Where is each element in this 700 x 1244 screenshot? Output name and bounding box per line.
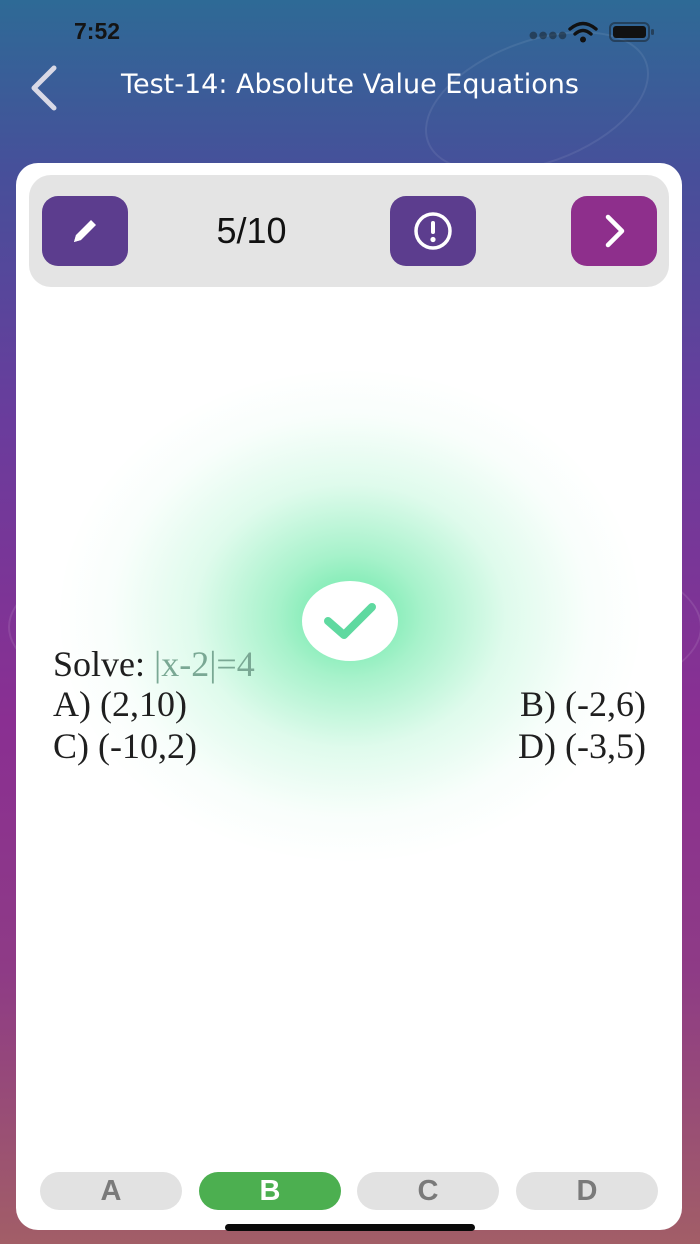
answer-d-button[interactable]: D — [516, 1172, 658, 1210]
question-equation: |x-2|=4 — [154, 644, 255, 684]
back-button[interactable] — [18, 60, 70, 116]
question-card: 5/10 Solve: |x-2|=4 A) (2,10) B) (-2,6) … — [16, 163, 682, 1230]
answer-a-button[interactable]: A — [40, 1172, 182, 1210]
question-prompt: Solve: |x-2|=4 — [53, 643, 255, 685]
question-counter: 5/10 — [216, 210, 287, 251]
checkmark-icon — [324, 603, 376, 639]
pencil-icon — [74, 220, 96, 242]
next-button[interactable] — [571, 196, 657, 266]
quiz-screen: 7:52 ●●●● Test-14: Absolute Value Equati… — [0, 0, 700, 1244]
report-button[interactable] — [390, 196, 476, 266]
answer-c-button[interactable]: C — [357, 1172, 499, 1210]
correct-badge — [302, 581, 398, 661]
battery-icon — [609, 22, 654, 42]
home-indicator[interactable] — [225, 1224, 475, 1231]
signal-dots-icon: ●●●● — [529, 30, 568, 41]
wifi-icon — [568, 21, 598, 43]
question-toolbar: 5/10 — [29, 175, 669, 287]
chevron-right-icon — [605, 214, 625, 248]
status-time: 7:52 — [74, 18, 121, 44]
option-d-text: D) (-3,5) — [518, 726, 646, 766]
question-prompt-label: Solve: — [53, 644, 155, 684]
answer-b-button[interactable]: B — [199, 1172, 341, 1210]
status-bar: 7:52 ●●●● — [0, 0, 700, 62]
option-a-text: A) (2,10) — [53, 684, 187, 724]
page-title: Test-14: Absolute Value Equations — [121, 69, 579, 100]
option-c-text: C) (-10,2) — [53, 726, 197, 766]
answer-bar: A B C D — [40, 1172, 660, 1212]
exclamation-circle-icon — [414, 212, 452, 250]
chevron-left-icon — [31, 65, 57, 111]
edit-button[interactable] — [42, 196, 128, 266]
option-b-text: B) (-2,6) — [520, 684, 646, 724]
